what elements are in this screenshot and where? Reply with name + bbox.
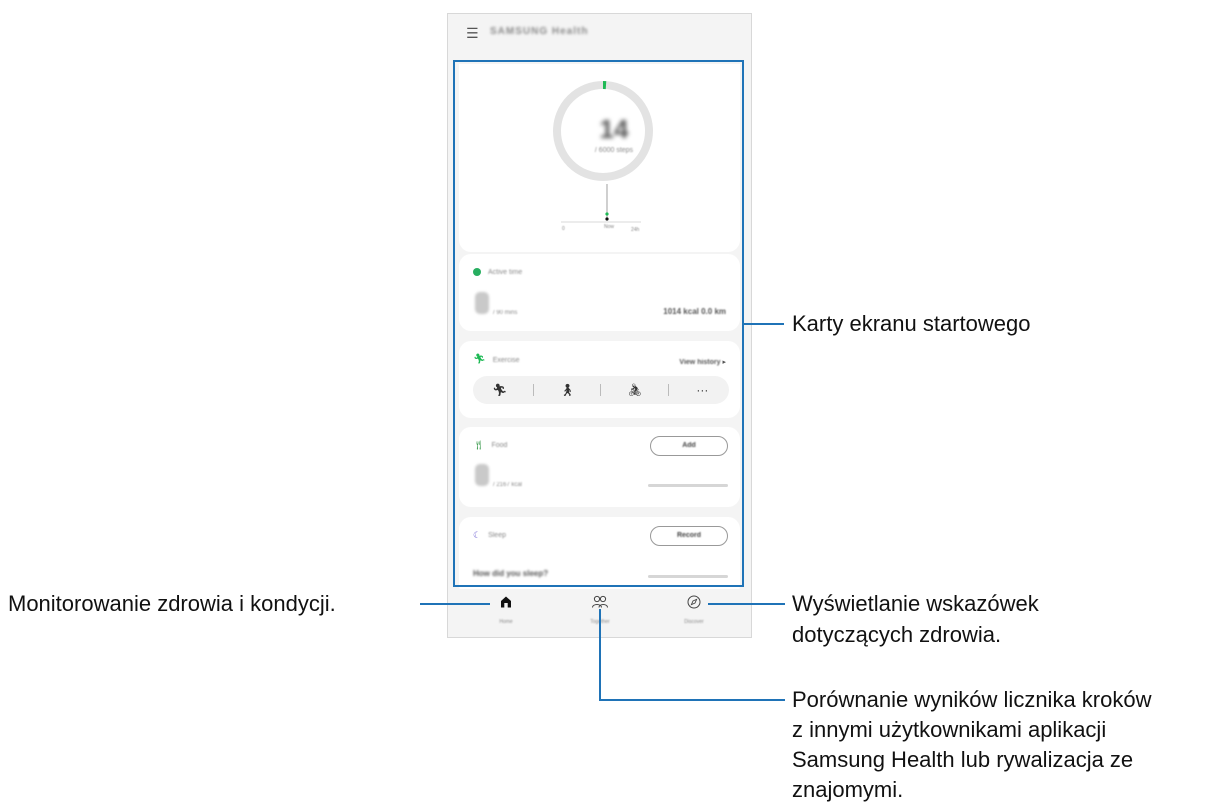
- menu-icon[interactable]: ☰: [466, 26, 479, 40]
- add-food-button[interactable]: Add: [650, 436, 728, 456]
- view-history-label: View history: [679, 359, 721, 366]
- callout-line-monitoring: [420, 603, 490, 605]
- sleep-card[interactable]: ☾ Sleep Record How did you sleep?: [459, 517, 740, 597]
- active-time-value: [475, 292, 489, 314]
- card-title: Sleep: [488, 532, 506, 539]
- callout-tips-line1: Wyświetlanie wskazówek: [792, 591, 1039, 616]
- graph-label-start: 0: [562, 226, 565, 232]
- add-food-label: Add: [682, 442, 696, 449]
- compass-icon: [687, 595, 701, 609]
- fork-knife-icon: 🍴︎: [473, 440, 485, 450]
- callout-compare-line2: z innymi użytkownikami aplikacji: [792, 717, 1107, 742]
- food-card[interactable]: 🍴︎ Food Add / 2167 kcal: [459, 427, 740, 507]
- steps-target: / 6000 steps: [594, 147, 634, 154]
- more-icon[interactable]: ···: [682, 383, 722, 397]
- exercise-card[interactable]: 🏃︎ Exercise View history ▸ 🏃︎ 🚶︎ 🚴︎ ···: [459, 341, 740, 418]
- running-icon[interactable]: 🏃︎: [480, 383, 520, 397]
- exercise-icon: 🏃︎: [473, 354, 486, 365]
- nav-discover-label: Discover: [684, 619, 704, 625]
- food-unit: / 2167 kcal: [493, 482, 523, 488]
- callout-compare-line3: Samsung Health lub rywalizacja ze: [792, 747, 1134, 772]
- nav-discover[interactable]: Discover: [664, 595, 724, 625]
- view-history-link[interactable]: View history ▸: [679, 358, 726, 366]
- active-time-card[interactable]: Active time / 90 mins 1014 kcal 0.0 km: [459, 254, 740, 331]
- graph-label-end: 24h: [631, 227, 640, 233]
- app-bar: ☰ SAMSUNG Health: [448, 14, 751, 54]
- callout-line-home-cards: [744, 323, 784, 325]
- nav-home-label: Home: [499, 619, 513, 625]
- card-title: Exercise: [492, 356, 520, 364]
- callout-line-compare-vertical: [599, 609, 601, 701]
- walking-icon[interactable]: 🚶︎: [547, 383, 587, 397]
- callout-tips-line2: dotyczących zdrowia.: [792, 622, 1002, 647]
- chevron-right-icon: ▸: [722, 359, 726, 366]
- food-progress: [648, 484, 728, 487]
- card-title: Active time: [488, 268, 523, 276]
- record-sleep-label: Record: [676, 532, 702, 539]
- people-icon: [592, 595, 608, 608]
- sleep-progress: [648, 575, 728, 578]
- record-sleep-button[interactable]: Record: [650, 526, 728, 546]
- moon-icon: ☾: [473, 530, 482, 540]
- nav-home[interactable]: Home: [476, 595, 536, 625]
- separator: [668, 384, 670, 396]
- separator: [532, 384, 534, 396]
- graph-label-now: Now: [604, 224, 615, 230]
- food-value: [475, 464, 489, 486]
- callout-home-cards: Karty ekranu startowego: [792, 311, 1031, 336]
- callout-monitoring: Monitorowanie zdrowia i kondycji.: [8, 591, 336, 616]
- app-title: SAMSUNG Health: [490, 26, 589, 37]
- cycling-icon[interactable]: 🚴︎: [615, 383, 655, 397]
- phone-screen: ☰ SAMSUNG Health 14 / 6000 steps 0 Now 2…: [447, 13, 752, 638]
- callout-compare-line4: znajomymi.: [792, 777, 904, 802]
- steps-card[interactable]: 14 / 6000 steps 0 Now 24h: [459, 64, 740, 252]
- separator: [600, 384, 602, 396]
- card-title: Food: [491, 442, 508, 449]
- exercise-shortcuts: 🏃︎ 🚶︎ 🚴︎ ···: [473, 376, 729, 404]
- active-time-stats: 1014 kcal 0.0 km: [663, 307, 726, 316]
- callout-line-tips: [708, 603, 785, 605]
- home-icon: [501, 596, 511, 608]
- callout-compare-line1: Porównanie wyników licznika kroków: [792, 687, 1152, 712]
- callout-line-compare-horizontal: [599, 699, 785, 701]
- clock-icon: [473, 268, 481, 276]
- sleep-question: How did you sleep?: [473, 569, 549, 578]
- steps-count: 14: [599, 114, 629, 144]
- active-time-unit: / 90 mins: [493, 310, 518, 316]
